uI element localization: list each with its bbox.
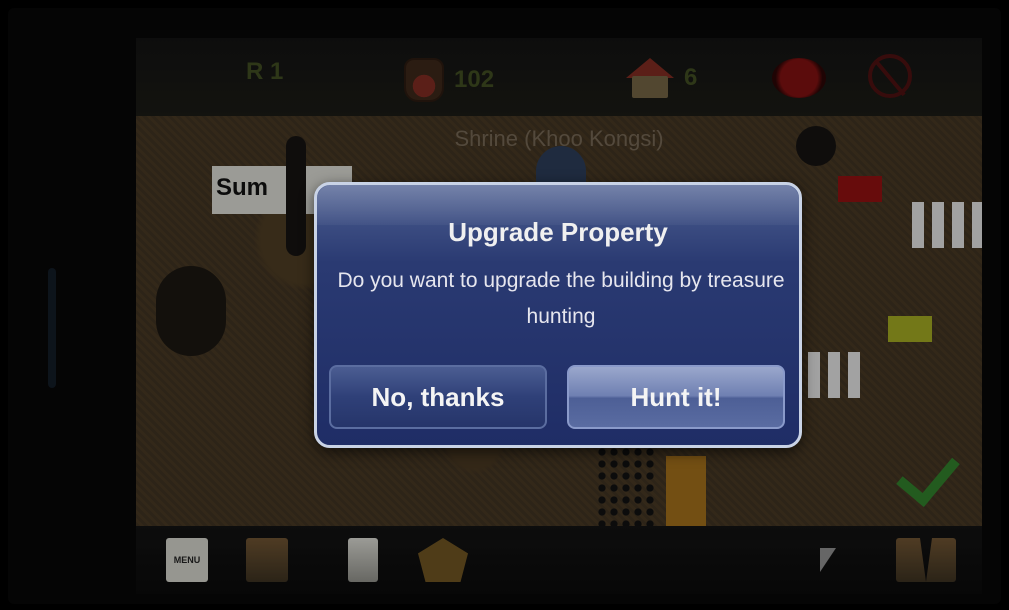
- device-frame: R 1 102 6 Shrine (Khoo Kongsi) Sum MENU …: [8, 8, 1001, 604]
- dialog-title: Upgrade Property: [448, 217, 668, 247]
- dialog-message: Do you want to upgrade the building by t…: [337, 269, 785, 328]
- game-screen: R 1 102 6 Shrine (Khoo Kongsi) Sum MENU …: [136, 38, 982, 594]
- hunt-it-button[interactable]: Hunt it!: [567, 365, 785, 429]
- device-side-button: [48, 268, 56, 388]
- no-thanks-button[interactable]: No, thanks: [329, 365, 547, 429]
- upgrade-property-dialog: Upgrade Property Do you want to upgrade …: [314, 182, 802, 448]
